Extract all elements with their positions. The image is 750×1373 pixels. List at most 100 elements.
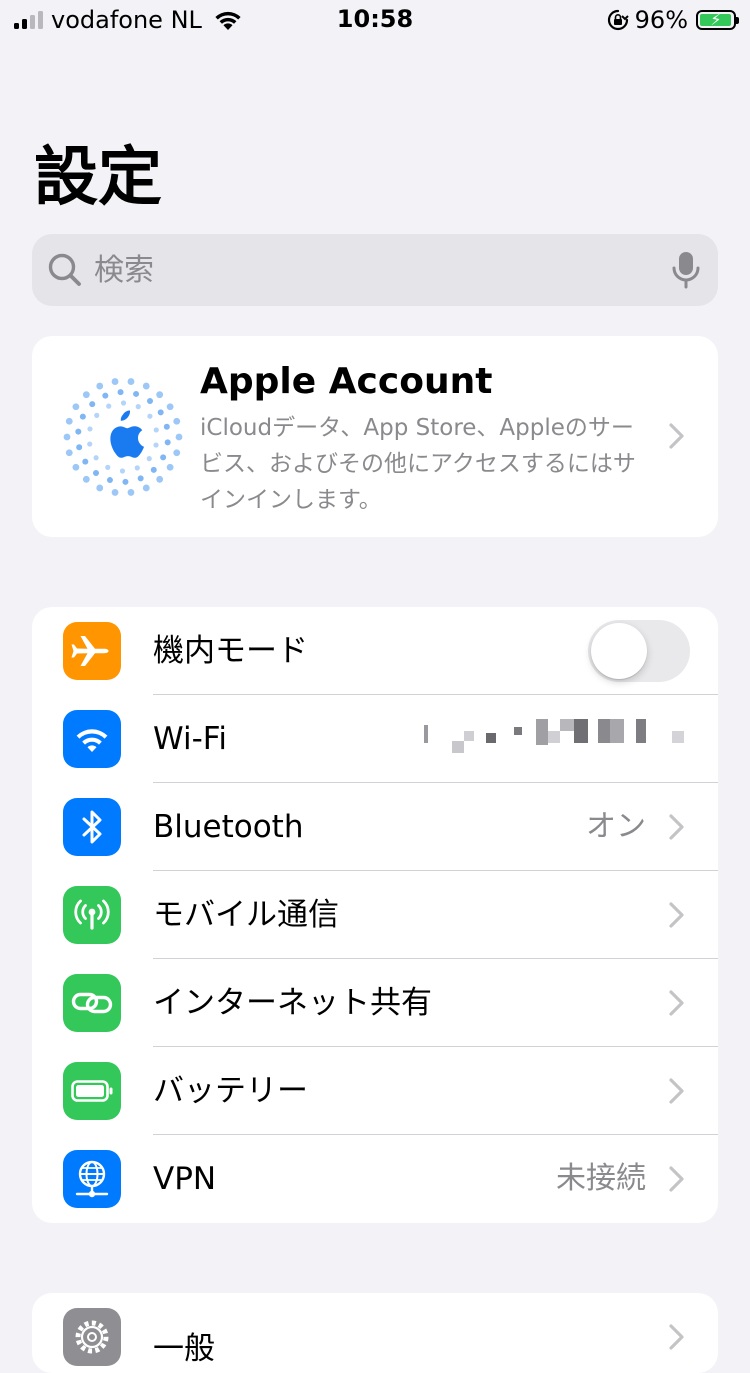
- logo-dot: [76, 444, 83, 451]
- orientation-lock-icon: [607, 9, 629, 31]
- settings-row-label: VPN: [153, 1161, 217, 1197]
- settings-row-label: 機内モード: [153, 633, 308, 669]
- logo-dot: [65, 417, 73, 425]
- chevron-right-icon: [669, 423, 684, 449]
- settings-row-airplane-mode[interactable]: 機内モード: [32, 607, 718, 695]
- settings-row-label: モバイル通信: [153, 897, 339, 933]
- logo-dot: [72, 463, 80, 471]
- logo-dot: [106, 477, 113, 484]
- settings-row-label: Wi-Fi: [153, 721, 227, 757]
- settings-row-wifi[interactable]: Wi-Fi: [32, 695, 718, 783]
- chevron-right-icon: [669, 1166, 684, 1192]
- logo-dot: [96, 484, 104, 492]
- logo-dot: [173, 417, 181, 425]
- settings-row-cellular[interactable]: モバイル通信: [32, 871, 718, 959]
- airplane-mode-toggle[interactable]: [588, 620, 690, 682]
- status-bar: vodafone NL 10:58 96% ⚡: [0, 0, 750, 40]
- logo-dot: [156, 475, 164, 483]
- logo-dot: [127, 378, 135, 385]
- chevron-right-icon: [669, 902, 684, 928]
- logo-dot: [75, 428, 82, 435]
- bluetooth-icon: [63, 798, 121, 856]
- logo-dot: [137, 475, 144, 482]
- link-icon: [63, 974, 121, 1032]
- logo-dot: [93, 470, 99, 476]
- logo-dot: [160, 454, 167, 461]
- logo-dot: [127, 489, 135, 496]
- logo-dot: [175, 433, 183, 441]
- search-input[interactable]: [94, 234, 654, 306]
- settings-row-vpn[interactable]: VPN 未接続: [32, 1135, 718, 1223]
- logo-dot: [153, 442, 159, 448]
- search-bar[interactable]: [32, 234, 718, 306]
- logo-dot: [122, 478, 129, 485]
- airplane-icon: [63, 622, 121, 680]
- battery-percent: 96%: [634, 6, 688, 34]
- battery-icon: [63, 1062, 121, 1120]
- battery-status-icon: ⚡: [696, 10, 739, 30]
- chevron-right-icon: [669, 814, 684, 840]
- logo-dot: [111, 378, 119, 385]
- logo-dot: [173, 449, 181, 457]
- settings-row-personal-hotspot[interactable]: インターネット共有: [32, 959, 718, 1047]
- logo-dot: [63, 433, 71, 441]
- general-settings-group: 一般: [32, 1293, 718, 1373]
- logo-dot: [106, 403, 112, 409]
- logo-dot: [65, 449, 73, 457]
- logo-dot: [150, 466, 157, 473]
- logo-dot: [120, 400, 127, 406]
- microphone-icon[interactable]: [670, 250, 702, 290]
- logo-dot: [111, 489, 119, 496]
- logo-dot: [163, 423, 170, 430]
- logo-dot: [147, 413, 153, 419]
- logo-dot: [166, 403, 174, 411]
- apple-account-logo-icon: [63, 378, 183, 496]
- logo-dot: [79, 413, 86, 420]
- logo-dot: [102, 392, 109, 399]
- logo-dot: [146, 456, 152, 462]
- settings-row-label: 一般: [153, 1331, 215, 1367]
- chevron-right-icon: [669, 1324, 684, 1350]
- logo-dot: [93, 455, 99, 461]
- settings-row-label: Bluetooth: [153, 809, 304, 845]
- logo-dot: [142, 382, 150, 390]
- logo-dot: [94, 412, 100, 418]
- charging-bolt-icon: ⚡: [710, 10, 722, 29]
- logo-dot: [82, 391, 90, 399]
- logo-dot: [142, 484, 150, 492]
- logo-dot: [133, 390, 140, 397]
- logo-dot: [105, 464, 111, 470]
- search-icon: [48, 253, 81, 286]
- wifi-icon: [63, 710, 121, 768]
- chevron-right-icon: [669, 1078, 684, 1104]
- settings-row-battery[interactable]: バッテリー: [32, 1047, 718, 1135]
- gear-icon: [63, 1308, 121, 1366]
- logo-dot: [157, 409, 164, 416]
- logo-dot: [164, 439, 171, 446]
- logo-dot: [89, 401, 96, 408]
- logo-dot: [96, 382, 104, 390]
- logo-dot: [87, 441, 93, 447]
- page-title: 設定: [34, 141, 162, 215]
- status-right: 96% ⚡: [607, 6, 739, 34]
- chevron-right-icon: [669, 990, 684, 1016]
- vpn-status-value: 未接続: [556, 1161, 646, 1196]
- logo-dot: [119, 468, 126, 474]
- connectivity-settings-group: 機内モード Wi-Fi Bluetooth オン モバイル通信 インターネット共…: [32, 607, 718, 1223]
- settings-row-label: インターネット共有: [153, 985, 432, 1021]
- logo-dot: [135, 404, 141, 410]
- account-title: Apple Account: [200, 361, 493, 402]
- settings-row-bluetooth[interactable]: Bluetooth オン: [32, 783, 718, 871]
- settings-row-label: バッテリー: [153, 1073, 308, 1109]
- toggle-knob: [591, 623, 647, 679]
- logo-dot: [82, 475, 90, 483]
- logo-dot: [117, 389, 124, 396]
- logo-dot: [156, 391, 164, 399]
- apple-account-card[interactable]: Apple Account iCloudデータ、App Store、Appleの…: [32, 336, 718, 537]
- settings-row-general[interactable]: 一般: [32, 1293, 718, 1373]
- logo-dot: [153, 427, 159, 433]
- globe-network-icon: [63, 1150, 121, 1208]
- logo-dot: [166, 463, 174, 471]
- logo-dot: [87, 426, 93, 432]
- cellular-antenna-icon: [63, 886, 121, 944]
